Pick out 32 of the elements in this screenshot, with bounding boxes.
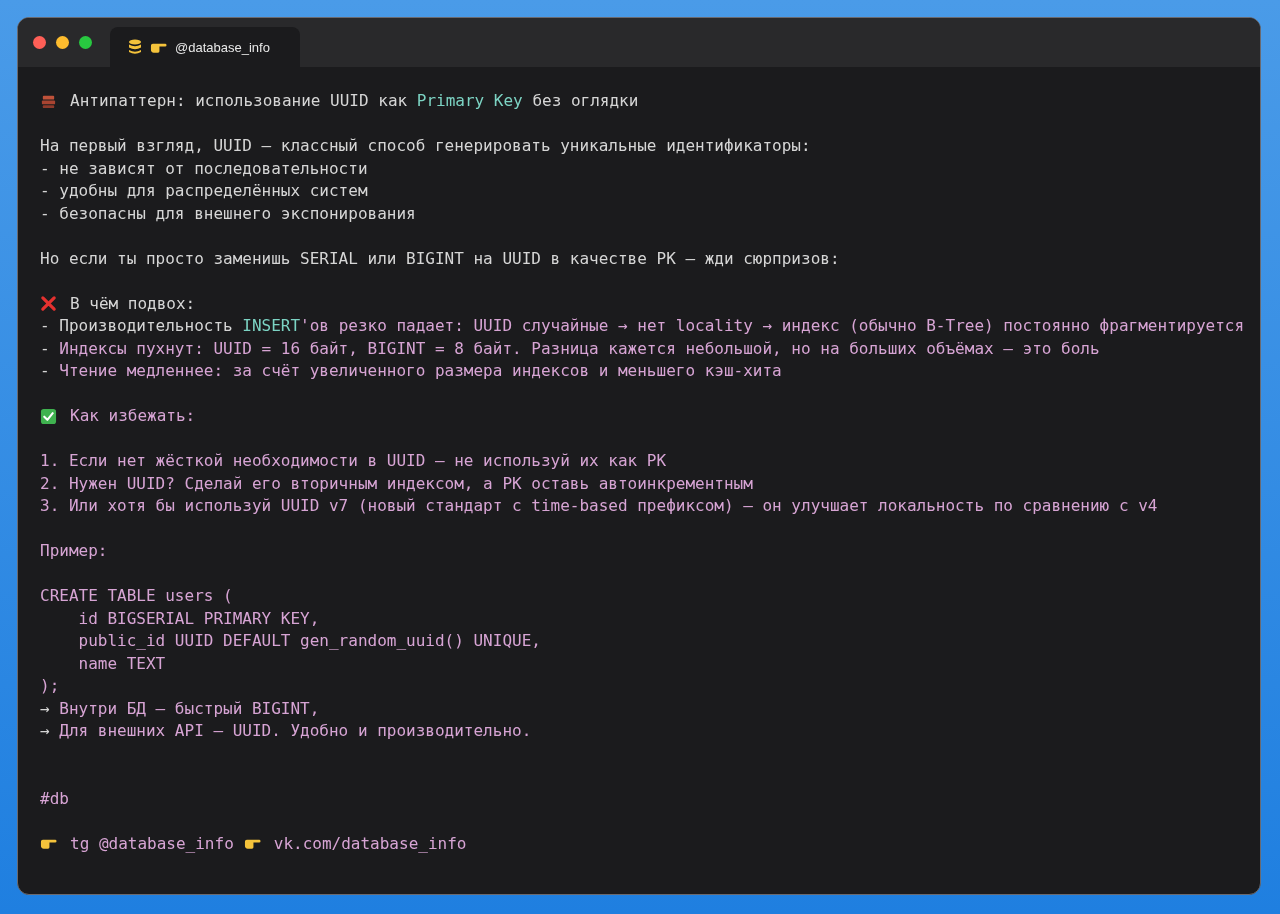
text-line: На первый взгляд, UUID — классный способ генерировать уникальные идентификаторы: — [40, 135, 811, 157]
text-line: Как избежать: — [70, 405, 196, 427]
text-line: В чём подвох: — [70, 292, 196, 315]
text-line: 2. Нужен UUID? Сделай его вторичным индексом, а PK оставь автоинкрементным — [40, 472, 753, 495]
text-line: tg @database_info — [70, 832, 234, 855]
text-line: Антипаттерн: использование UUID как Primary Key без оглядки — [70, 90, 639, 112]
text-line: → Внутри БД — быстрый BIGINT, — [40, 697, 320, 720]
text-line: name TEXT — [77, 652, 166, 675]
text-line: CREATE TABLE users ( — [40, 585, 233, 607]
database-icon — [128, 39, 142, 55]
text-line: public_id UUID DEFAULT gen_random_uuid() UNIQUE, — [77, 630, 541, 652]
cross-icon — [40, 295, 57, 313]
text-line: - Чтение медленнее: за счёт увеличенного размера индексов и меньшего кэш-хита — [40, 360, 782, 382]
text-line: - удобны для распределённых систем — [40, 180, 368, 202]
text-line: - Индексы пухнут: UUID = 16 байт, BIGINT = 8 байт. Разница кажется небольшой, но на больших объёмах — это боль — [40, 337, 1100, 360]
check-icon — [40, 407, 57, 425]
text-line: - не зависят от последовательности — [40, 157, 368, 180]
text-line: → Для внешних API — UUID. Удобно и производительно. — [40, 720, 532, 742]
minimize-button[interactable] — [56, 36, 69, 49]
tab[interactable]: @database_info — [110, 27, 300, 67]
text-line: 3. Или хотя бы используй UUID v7 (новый стандарт с time-based префиксом) — он улучшает локальность по сравнению с v4 — [40, 495, 1158, 517]
text-line: 1. Если нет жёсткой необходимости в UUID — не используй их как PK — [40, 450, 667, 472]
text-line: - безопасны для внешнего экспонирования — [40, 202, 416, 225]
hashtag: #db — [40, 787, 69, 810]
text-line: Пример: — [40, 540, 108, 562]
close-button[interactable] — [33, 36, 46, 49]
zoom-button[interactable] — [79, 36, 92, 49]
text-line: id BIGSERIAL PRIMARY KEY, — [77, 607, 320, 630]
text-line: vk.com/database_info — [273, 832, 467, 855]
text-line: - Производительность INSERT'ов резко падает: UUID случайные → нет locality → индекс (обычно B-Tree) постоянно фрагментируется — [40, 315, 1245, 337]
text-line: Но если ты просто заменишь SERIAL или BIGINT на UUID в качестве PK — жди сюрпризов: — [40, 247, 840, 270]
text-line: ); — [40, 675, 60, 697]
